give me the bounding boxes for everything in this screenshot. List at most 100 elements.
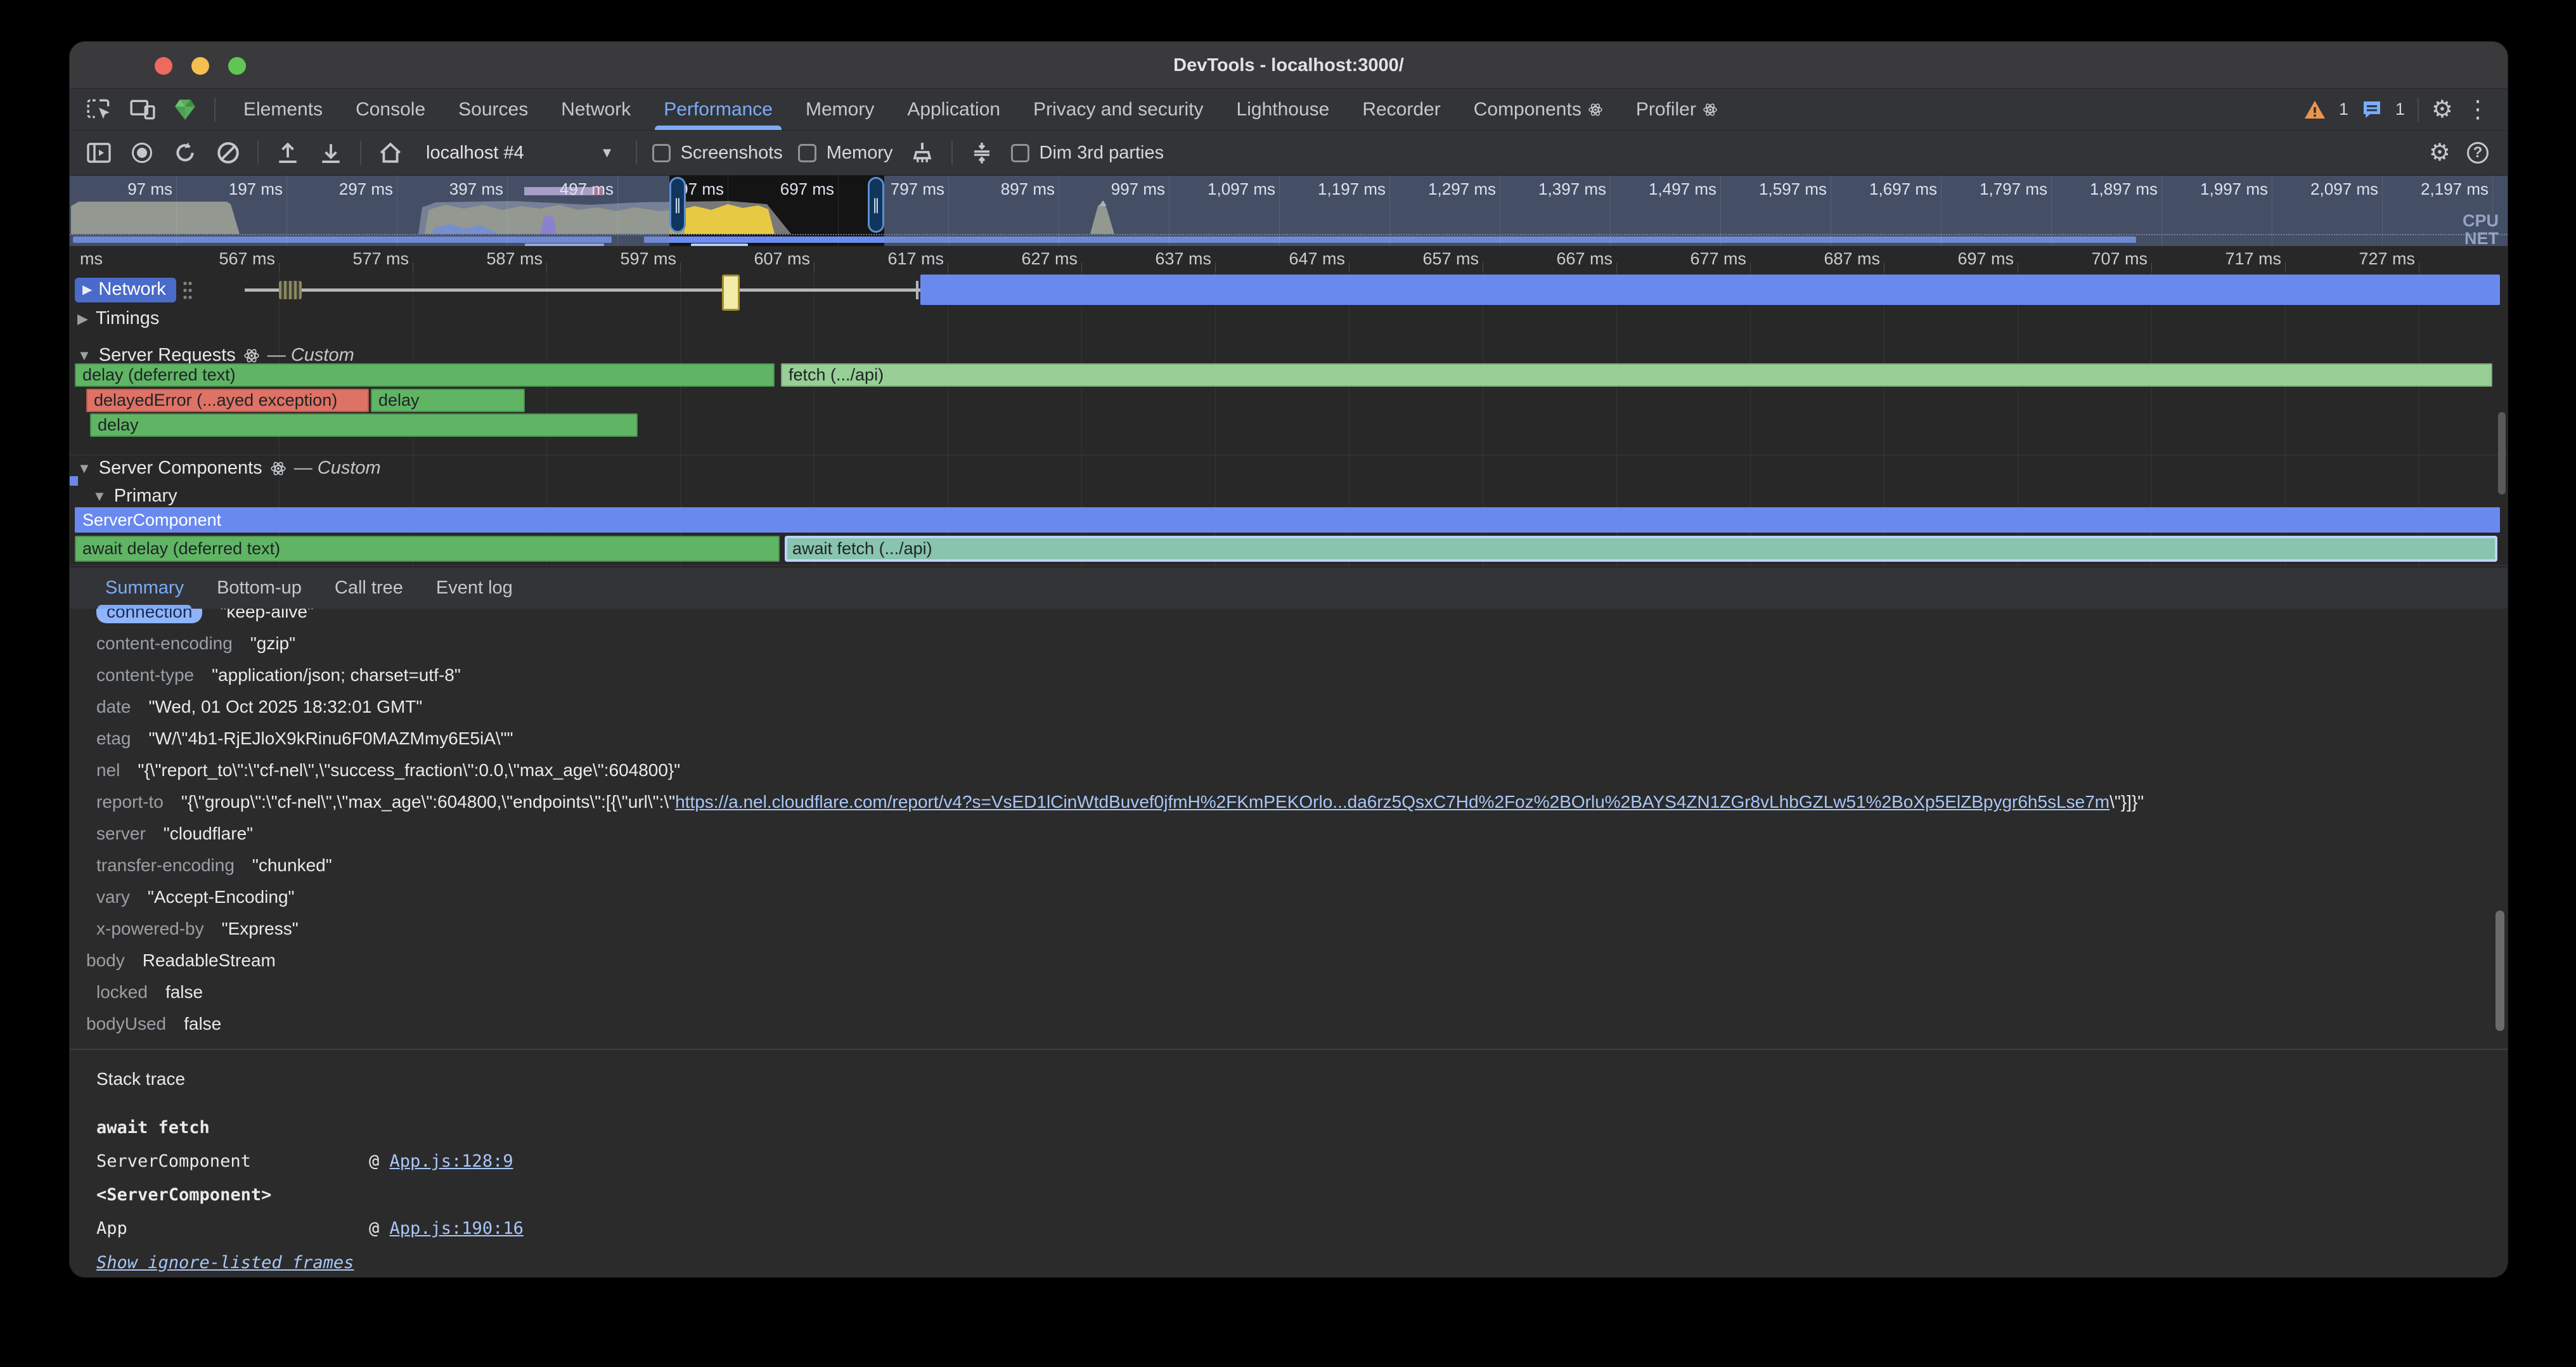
tab-memory[interactable]: Memory bbox=[789, 89, 891, 130]
tab-label: Application bbox=[907, 99, 1000, 120]
clear-icon[interactable] bbox=[214, 139, 242, 167]
tab-performance[interactable]: Performance bbox=[647, 89, 789, 130]
details-tab-event-log[interactable]: Event log bbox=[420, 567, 529, 609]
report-to-url-link[interactable]: https://a.nel.cloudflare.com/report/v4?s… bbox=[675, 792, 2109, 812]
property-row-report-to[interactable]: report-to"{\"group\":\"cf-nel\",\"max_ag… bbox=[70, 786, 2508, 818]
tab-components[interactable]: Components bbox=[1457, 89, 1620, 130]
ruler-unit-label: ms bbox=[72, 249, 103, 269]
reload-and-record-icon[interactable] bbox=[171, 139, 199, 167]
property-row-locked[interactable]: lockedfalse bbox=[70, 976, 2508, 1008]
timeline-tracks[interactable]: ▶ Network ▶ Timings ▼ Server Requests — … bbox=[70, 273, 2508, 567]
details-tab-call-tree[interactable]: Call tree bbox=[318, 567, 420, 609]
atom-icon bbox=[243, 347, 260, 364]
tab-console[interactable]: Console bbox=[339, 89, 442, 130]
record-button[interactable] bbox=[128, 139, 156, 167]
timeline-event-await-delay-deferred-text[interactable]: await delay (deferred text) bbox=[75, 536, 780, 562]
memory-checkbox[interactable] bbox=[798, 144, 816, 162]
help-icon[interactable]: ? bbox=[2467, 142, 2489, 164]
property-row-bodyused[interactable]: bodyUsedfalse bbox=[70, 1008, 2508, 1040]
tab-network[interactable]: Network bbox=[544, 89, 647, 130]
tab-label: Components bbox=[1474, 99, 1581, 120]
details-scrollbar-thumb[interactable] bbox=[2496, 910, 2504, 1031]
settings-gear-icon[interactable]: ⚙ bbox=[2431, 98, 2453, 122]
property-row-nel[interactable]: nel"{\"report_to\":\"cf-nel\",\"success_… bbox=[70, 755, 2508, 786]
memory-checkbox-group[interactable]: Memory bbox=[798, 143, 893, 164]
dim-3rd-parties-checkbox[interactable] bbox=[1011, 144, 1029, 162]
details-tab-summary[interactable]: Summary bbox=[89, 567, 200, 609]
toggle-sidebar-icon[interactable] bbox=[85, 139, 113, 167]
screenshots-checkbox-group[interactable]: Screenshots bbox=[652, 143, 783, 164]
network-track[interactable]: ▶ Network bbox=[70, 273, 2508, 307]
kebab-menu-icon[interactable]: ⋮ bbox=[2466, 98, 2490, 122]
track-drag-grip[interactable] bbox=[183, 280, 193, 301]
property-row-body[interactable]: bodyReadableStream bbox=[70, 945, 2508, 976]
overview-window-right-handle[interactable]: ∥ bbox=[868, 177, 884, 233]
timeline-event-await-fetch-api[interactable]: await fetch (.../api) bbox=[785, 536, 2497, 562]
timeline-event-delay[interactable]: delay bbox=[371, 389, 525, 412]
inspect-element-icon[interactable] bbox=[86, 98, 113, 122]
overview-window-left-handle[interactable]: ∥ bbox=[669, 177, 686, 233]
devtools-tabbar: ElementsConsoleSourcesNetworkPerformance… bbox=[70, 89, 2508, 131]
capture-settings-gear-icon[interactable]: ⚙ bbox=[2429, 141, 2450, 165]
timeline-event-delayederror-ayed-exception[interactable]: delayedError (...ayed exception) bbox=[86, 389, 369, 412]
tab-profiler[interactable]: Profiler bbox=[1620, 89, 1734, 130]
details-tab-label: Call tree bbox=[335, 578, 403, 599]
screenshots-checkbox[interactable] bbox=[652, 144, 671, 162]
property-key: content-type bbox=[96, 665, 194, 685]
collect-garbage-icon[interactable] bbox=[908, 139, 936, 167]
issues-message-icon[interactable] bbox=[2361, 100, 2383, 120]
collapse-tracks-icon[interactable] bbox=[968, 139, 996, 167]
memory-label: Memory bbox=[827, 143, 893, 164]
stack-frame-await-fetch: await fetch bbox=[96, 1111, 2508, 1144]
timeline-event-fetch-api[interactable]: fetch (.../api) bbox=[781, 363, 2492, 387]
network-track-label-text: Network bbox=[98, 279, 165, 300]
warning-icon[interactable] bbox=[2303, 100, 2326, 120]
dim-3rd-parties-checkbox-group[interactable]: Dim 3rd parties bbox=[1011, 143, 1164, 164]
timeline-event-servercomponent[interactable]: ServerComponent bbox=[75, 507, 2500, 533]
property-row-x-powered-by[interactable]: x-powered-by"Express" bbox=[70, 913, 2508, 945]
history-select[interactable]: localhost #4 ▼ bbox=[420, 143, 621, 164]
property-row-vary[interactable]: vary"Accept-Encoding" bbox=[70, 881, 2508, 913]
tab-application[interactable]: Application bbox=[891, 89, 1017, 130]
network-request-bar[interactable] bbox=[920, 275, 2500, 305]
tracks-scrollbar-thumb[interactable] bbox=[2498, 412, 2506, 495]
timeline-event-delay-deferred-text[interactable]: delay (deferred text) bbox=[75, 363, 775, 387]
property-key: content-encoding bbox=[96, 633, 233, 654]
property-row-content-encoding[interactable]: content-encoding"gzip" bbox=[70, 628, 2508, 659]
timeline-event-delay[interactable]: delay bbox=[90, 413, 638, 437]
property-row-connection[interactable]: connection"keep-alive" bbox=[70, 609, 2508, 628]
property-value: false bbox=[165, 982, 203, 1002]
primary-subtrack-label[interactable]: ▼ Primary bbox=[93, 486, 177, 507]
property-row-content-type[interactable]: content-type"application/json; charset=u… bbox=[70, 659, 2508, 691]
timeline-overview[interactable]: CPU NET 97 ms197 ms297 ms397 ms497 ms597… bbox=[70, 176, 2508, 246]
property-row-date[interactable]: date"Wed, 01 Oct 2025 18:32:01 GMT" bbox=[70, 691, 2508, 723]
tab-privacy-and-security[interactable]: Privacy and security bbox=[1017, 89, 1220, 130]
tab-sources[interactable]: Sources bbox=[442, 89, 544, 130]
download-profile-icon[interactable] bbox=[317, 139, 345, 167]
server-components-track-label[interactable]: ▼ Server Components — Custom bbox=[77, 458, 381, 479]
property-row-transfer-encoding[interactable]: transfer-encoding"chunked" bbox=[70, 850, 2508, 881]
property-row-server[interactable]: server"cloudflare" bbox=[70, 818, 2508, 850]
network-request-candle[interactable] bbox=[722, 275, 740, 311]
tab-label: Memory bbox=[806, 99, 874, 120]
tab-lighthouse[interactable]: Lighthouse bbox=[1220, 89, 1346, 130]
property-row-etag[interactable]: etag"W/\"4b1-RjEJloX9kRinu6F0MAZMmy6E5iA… bbox=[70, 723, 2508, 755]
tab-recorder[interactable]: Recorder bbox=[1346, 89, 1457, 130]
stack-frame-app: App@ App.js:190:16 bbox=[96, 1212, 2508, 1245]
frame-source-link[interactable]: App.js:190:16 bbox=[390, 1219, 524, 1238]
show-ignore-listed-frames-link[interactable]: Show ignore-listed frames bbox=[96, 1253, 354, 1273]
home-icon[interactable] bbox=[377, 139, 404, 167]
ruler-tick-label: 637 ms bbox=[1078, 249, 1211, 269]
property-key: connection bbox=[96, 609, 202, 623]
details-tab-bottom-up[interactable]: Bottom-up bbox=[200, 567, 318, 609]
upload-profile-icon[interactable] bbox=[274, 139, 302, 167]
details-tab-label: Bottom-up bbox=[217, 578, 302, 599]
property-value: "Accept-Encoding" bbox=[148, 887, 295, 907]
device-toolbar-icon[interactable] bbox=[129, 98, 156, 121]
frame-source-link[interactable]: App.js:128:9 bbox=[390, 1151, 513, 1171]
tab-elements[interactable]: Elements bbox=[227, 89, 339, 130]
property-value: "Wed, 01 Oct 2025 18:32:01 GMT" bbox=[149, 697, 423, 717]
timings-track-label[interactable]: ▶ Timings bbox=[77, 308, 159, 329]
network-track-label[interactable]: ▶ Network bbox=[75, 278, 176, 302]
net-lane-label: NET bbox=[2464, 229, 2499, 246]
